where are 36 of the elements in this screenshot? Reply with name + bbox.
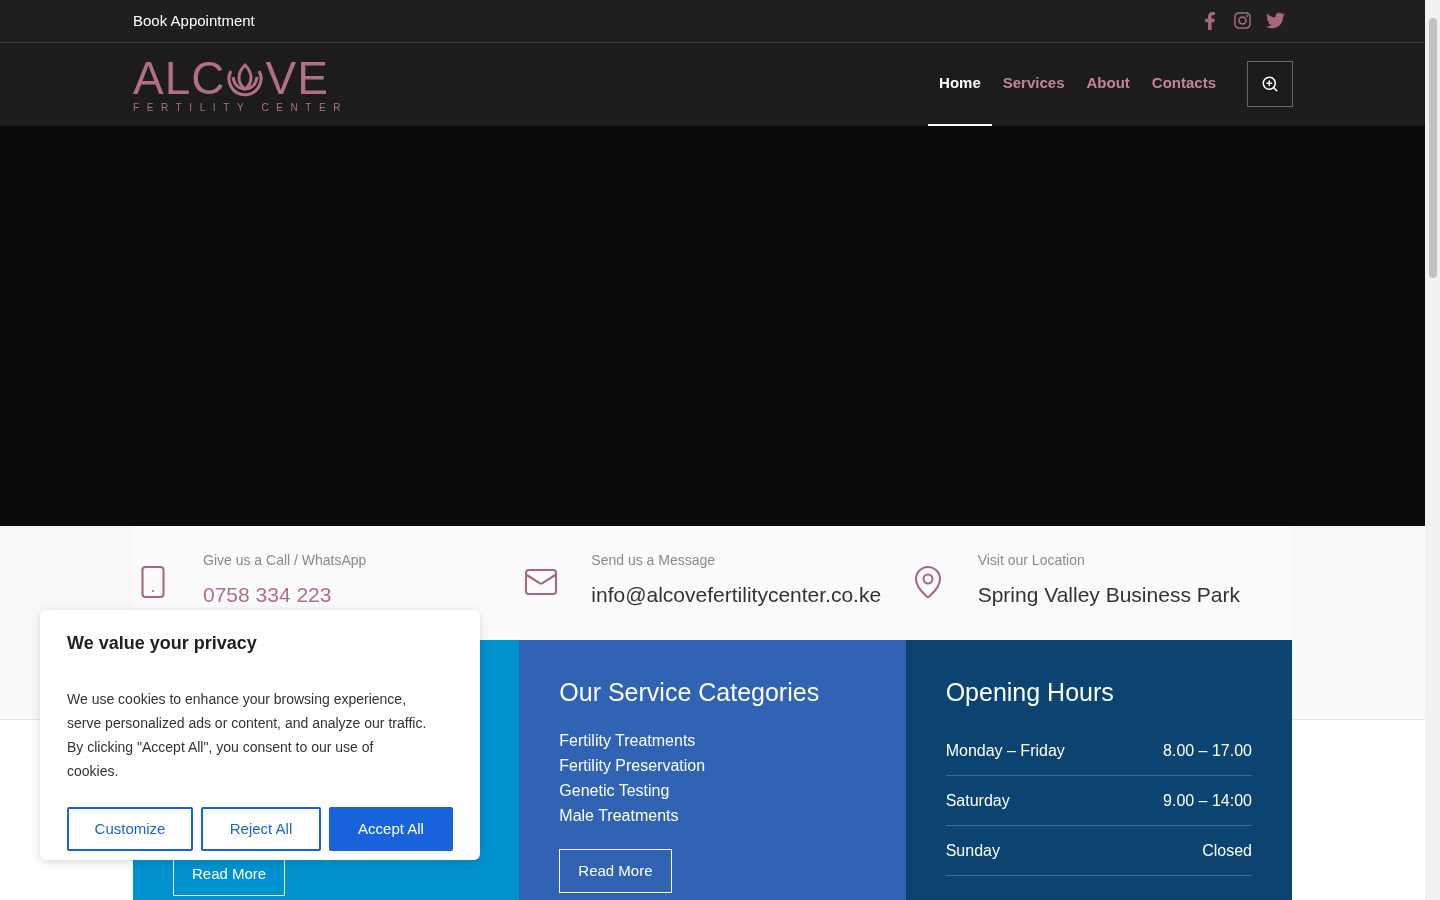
contact-label: Give us a Call / WhatsApp [203, 551, 367, 570]
logo-text: ALC [133, 54, 226, 101]
scrollbar[interactable] [1425, 0, 1440, 900]
cookie-button[interactable]: Reject All [201, 807, 321, 851]
hours-value: Closed [1202, 840, 1252, 861]
cookie-button[interactable]: Customize [67, 807, 193, 851]
service-link[interactable]: Fertility Treatments [559, 728, 866, 753]
hours-value: 9.00 – 14:00 [1163, 790, 1252, 811]
hours-value: 8.00 – 17.00 [1163, 740, 1252, 761]
logo-tagline: FERTILITY CENTER [133, 101, 349, 114]
day-label: Saturday [945, 790, 1010, 811]
day-label: Monday – Friday [945, 740, 1065, 761]
service-link[interactable]: Male Treatments [559, 803, 866, 828]
contact-value: info@alcovefertilitycenter.co.ke [591, 582, 882, 608]
search-button[interactable] [1247, 61, 1293, 108]
service-link[interactable]: Fertility Preservation [559, 753, 866, 778]
service-link[interactable]: Genetic Testing [559, 778, 866, 803]
contact-value: 0758 334 223 [203, 582, 333, 608]
read-more-button[interactable]: Read More [559, 849, 672, 893]
contact-label: Visit our Location [977, 551, 1086, 570]
contact-label: Send us a Message [591, 551, 717, 570]
logo-text: VE [265, 54, 329, 101]
contact-value: Spring Valley Business Park [977, 582, 1240, 608]
nav-link[interactable]: Services [991, 42, 1076, 126]
day-label: Sunday [945, 840, 1000, 861]
dialog-title: We value your privacy [67, 632, 258, 655]
panel-title: Opening Hours [945, 677, 1115, 708]
book-appointment-link[interactable]: Book Appointment [133, 9, 255, 33]
panel-title: Our Service Categories [559, 677, 821, 708]
cookie-button[interactable]: Accept All [329, 807, 453, 851]
instagram-icon[interactable] [1233, 11, 1252, 31]
search-icon [1261, 75, 1279, 94]
nav-link[interactable]: About [1075, 42, 1141, 126]
twitter-icon[interactable] [1266, 11, 1285, 31]
dialog-text: We use cookies to enhance your browsing experience, serve personalized ads or content, and analyze our traffic. By clicking "Accept All", you consent to our use of cookies. [67, 690, 427, 781]
nav-link[interactable]: Contacts [1140, 42, 1227, 126]
